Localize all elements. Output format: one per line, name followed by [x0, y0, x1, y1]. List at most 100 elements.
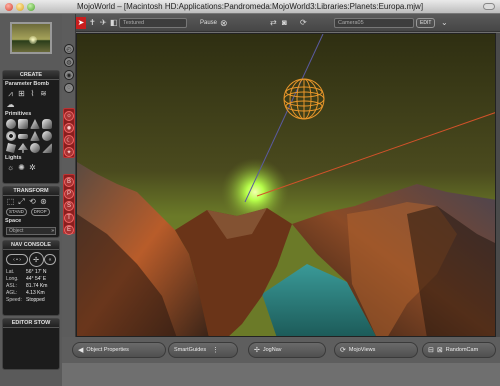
object-properties-label: Object Properties	[86, 347, 129, 353]
footer-area	[62, 363, 500, 386]
edit-b-icon[interactable]: B	[64, 177, 74, 187]
window-title: MojoWorld – [Macintosh HD:Applications:P…	[76, 2, 424, 11]
window-title-bar: MojoWorld – [Macintosh HD:Applications:P…	[0, 0, 500, 14]
sphere-view-icon[interactable]: ◉	[64, 70, 74, 80]
planet-icon[interactable]: ◌	[64, 83, 74, 93]
asl-label: ASL:	[6, 283, 17, 289]
bomb-atmosphere-icon[interactable]: ⌇	[28, 89, 37, 98]
swap-camera-icon[interactable]: ⇄	[270, 17, 277, 29]
agl-label: AGL:	[6, 290, 18, 296]
render-mode-select[interactable]: Textured	[119, 18, 187, 28]
atmosphere-tool-icon[interactable]: ☼	[64, 111, 74, 121]
cone-primitive-icon[interactable]	[30, 119, 40, 129]
toolbar-toggle-button[interactable]	[483, 3, 495, 10]
render-viewport[interactable]	[76, 33, 496, 337]
walk-icon[interactable]: ✝	[89, 17, 96, 29]
orbit-tool-icon[interactable]: ⊛	[39, 197, 48, 206]
bomb-surface-icon[interactable]: ⊞	[17, 89, 26, 98]
fly-icon[interactable]: ✈	[100, 17, 107, 29]
sphere-gizmo[interactable]	[283, 78, 325, 120]
moon-tool-icon[interactable]: ☾	[64, 135, 74, 145]
create-section-title: CREATE	[3, 71, 59, 80]
editor-stow-title: EDITOR STOW	[3, 319, 59, 328]
edit-e-icon[interactable]: E	[64, 225, 74, 235]
editor-stow-section: EDITOR STOW	[2, 318, 60, 370]
globe-icon[interactable]: ◍	[64, 57, 74, 67]
object-properties-icon: ◀	[78, 347, 84, 354]
jog-nav-button[interactable]: ✢ JogNav	[248, 342, 326, 358]
plane-primitive-icon[interactable]	[18, 134, 28, 139]
stand-button[interactable]: STAND	[6, 208, 27, 216]
camera-icon[interactable]: ◙	[282, 17, 287, 29]
smart-guides-button[interactable]: SmartGuides ⋮	[168, 342, 238, 358]
camera-settings-icon[interactable]: ⟳	[300, 17, 307, 29]
edit-p-icon[interactable]: P	[64, 189, 74, 199]
pause-button-icon[interactable]: ⊗	[220, 17, 228, 29]
render-mode-value: Textured	[123, 20, 145, 26]
camera-select[interactable]: Camera05	[334, 18, 414, 28]
space-select[interactable]: Object »	[6, 227, 56, 235]
sphere-primitive-icon[interactable]	[6, 119, 16, 129]
camera-select-value: Camera05	[338, 20, 364, 26]
bomb-terrain-icon[interactable]: ⩘	[6, 89, 15, 98]
camera-small-icon: ⊠	[436, 347, 443, 354]
spot-light-icon[interactable]: ✲	[28, 163, 37, 172]
random-cam-button[interactable]: ⊟ ⊠ RandomCam	[422, 342, 496, 358]
chevron-down-icon[interactable]: ⌄	[441, 17, 448, 29]
bomb-sky-icon[interactable]: ☁	[6, 100, 15, 109]
select-arrow-icon[interactable]: ➤	[76, 17, 86, 29]
sun-light-icon[interactable]: ☼	[6, 163, 15, 172]
nav-controls: ‹ • › ✢ «	[3, 250, 59, 269]
edit-t-icon[interactable]: T	[64, 213, 74, 223]
window-layout-icon: ⊟	[428, 347, 434, 354]
jog-arrows-icon: ✢	[254, 347, 260, 354]
torus-primitive-icon[interactable]	[6, 131, 16, 141]
world-thumbnail[interactable]	[10, 22, 52, 54]
chevron-right-icon: »	[51, 228, 54, 234]
long-value: 44° 54' E	[26, 276, 47, 282]
cube-primitive-icon[interactable]	[18, 119, 28, 129]
wedge-primitive-icon[interactable]	[42, 143, 52, 153]
object-properties-button[interactable]: ◀ Object Properties	[72, 342, 166, 358]
rotate-tool-icon[interactable]: ⟲	[28, 197, 37, 206]
scale-tool-icon[interactable]: ⤢	[17, 197, 26, 206]
smart-guides-label: SmartGuides	[174, 347, 207, 353]
altitude-dial[interactable]: «	[44, 254, 56, 265]
transform-section: TRANSFORM ⬚ ⤢ ⟲ ⊛ STAND DROP Space Objec…	[2, 186, 60, 238]
speed-value: Stopped	[26, 297, 45, 303]
particle-primitive-icon[interactable]	[30, 143, 40, 153]
heading-dial[interactable]: ‹ • ›	[6, 254, 28, 265]
edit-s-icon[interactable]: S	[64, 201, 74, 211]
transform-tools: ⬚ ⤢ ⟲ ⊛	[3, 196, 59, 207]
mojo-views-button[interactable]: ⟳ MojoViews	[334, 342, 418, 358]
parameter-bomb-label: Parameter Bomb	[5, 81, 50, 87]
random-cam-label: RandomCam	[445, 347, 479, 353]
shading-icon[interactable]: ◧	[110, 17, 118, 29]
tree-primitive-icon[interactable]	[18, 143, 28, 153]
nav-console-title: NAV CONSOLE	[3, 241, 59, 250]
capsule-primitive-icon[interactable]	[42, 131, 52, 141]
tool-tab-group-2: B P S T E	[63, 174, 75, 235]
star-tool-icon[interactable]: ✦	[64, 147, 74, 157]
cylinder-primitive-icon[interactable]	[42, 119, 52, 129]
clock-icon[interactable]: ◴	[64, 44, 74, 54]
drop-button[interactable]: DROP	[30, 208, 50, 216]
tool-tab-group-1: ☼ ✹ ☾ ✦	[63, 108, 75, 158]
pyramid-primitive-icon[interactable]	[30, 131, 40, 141]
views-icon: ⟳	[340, 347, 346, 354]
left-panel: CREATE Parameter Bomb ⩘ ⊞ ⌇ ≋ ☁ Primitiv…	[0, 14, 62, 386]
point-light-icon[interactable]: ✺	[17, 163, 26, 172]
edit-camera-button[interactable]: EDIT	[416, 18, 436, 28]
nav-console-section: NAV CONSOLE ‹ • › ✢ « Lat. 56° 17' N Long…	[2, 240, 60, 316]
move-tool-icon[interactable]: ⬚	[6, 197, 15, 206]
create-section: CREATE Parameter Bomb ⩘ ⊞ ⌇ ≋ ☁ Primitiv…	[2, 70, 60, 184]
lights-tools: ☼ ✺ ✲	[3, 162, 59, 173]
rock-primitive-icon[interactable]	[6, 143, 16, 153]
bomb-water-icon[interactable]: ≋	[39, 89, 48, 98]
move-joystick[interactable]: ✢	[28, 252, 44, 267]
transform-section-title: TRANSFORM	[3, 187, 59, 196]
space-select-value: Object	[9, 228, 24, 234]
sun-tool-icon[interactable]: ✹	[64, 123, 74, 133]
long-label: Long.	[6, 276, 19, 282]
viewport-scrollbar[interactable]	[496, 33, 500, 337]
